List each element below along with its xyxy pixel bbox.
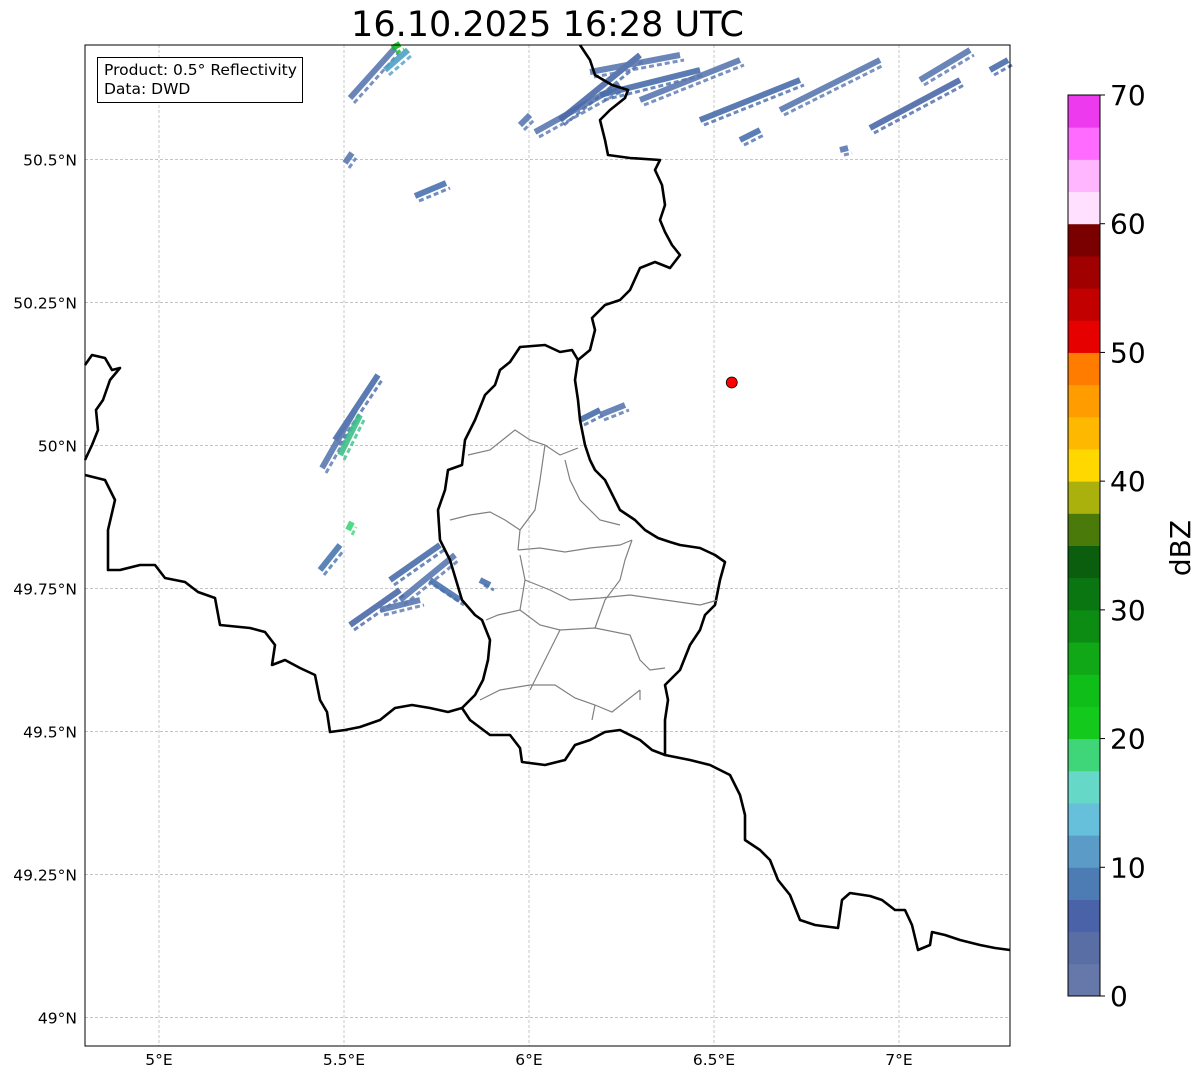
district-line <box>591 704 596 721</box>
colorbar-segment <box>1068 416 1100 450</box>
lon-tick-label: 7°E <box>885 1051 912 1069</box>
lat-tick-label: 49.25°N <box>13 866 77 884</box>
district-line <box>517 444 546 551</box>
product-label: Product: 0.5° Reflectivity <box>104 61 297 79</box>
echo-streak <box>337 379 384 446</box>
lon-tick-label: 6.5°E <box>693 1051 735 1069</box>
district-line <box>594 539 633 629</box>
colorbar-segment <box>1068 95 1100 128</box>
colorbar-tick-label: 40 <box>1110 465 1146 498</box>
district-line <box>449 511 521 531</box>
colorbar-tick-label: 60 <box>1110 208 1146 241</box>
echo-streak <box>783 63 885 117</box>
colorbar-segment <box>1068 835 1100 868</box>
lon-tick-label: 5°E <box>145 1051 172 1069</box>
reflectivity-echoes <box>317 41 1013 632</box>
colorbar-tick-label: 10 <box>1110 851 1146 884</box>
colorbar-segment <box>1068 223 1100 257</box>
echo-streak <box>428 577 462 603</box>
border-line <box>83 353 122 461</box>
longitude-tick-labels: 5°E 5.5°E 6°E 6.5°E 7°E <box>145 1051 912 1069</box>
district-boundaries <box>449 429 719 721</box>
echo-streak <box>538 88 625 139</box>
colorbar-segment <box>1068 320 1100 353</box>
data-source-label: Data: DWD <box>104 80 191 98</box>
echo-streak <box>839 145 849 153</box>
colorbar-tick-label: 70 <box>1110 79 1146 112</box>
lat-tick-label: 50.25°N <box>13 294 77 312</box>
echo-streak <box>918 47 972 83</box>
colorbar-tick-label: 50 <box>1110 336 1146 369</box>
echo-streak <box>413 180 448 199</box>
border-line <box>436 343 727 767</box>
colorbar-segment <box>1068 770 1100 804</box>
latitude-tick-labels: 49°N 49.25°N 49.5°N 49.75°N 50°N 50.25°N 50.5°… <box>13 151 77 1027</box>
colorbar-segment <box>1068 609 1100 643</box>
lat-tick-label: 49.75°N <box>13 580 77 598</box>
lat-tick-label: 49°N <box>38 1009 77 1027</box>
colorbar-segment <box>1068 127 1100 160</box>
colorbar-segment <box>1068 545 1100 579</box>
border-line <box>664 753 1011 952</box>
echo-streak <box>868 77 962 131</box>
colorbar-segment <box>1068 481 1100 514</box>
colorbar-segment <box>1068 255 1100 289</box>
echo-streak <box>517 112 533 128</box>
colorbar-segment <box>1068 963 1100 997</box>
district-line <box>517 539 633 553</box>
colorbar-segment <box>1068 706 1100 740</box>
colorbar-tick-label: 0 <box>1110 980 1128 1013</box>
district-line <box>524 579 719 606</box>
colorbar-segment <box>1068 577 1100 611</box>
colorbar-segment <box>1068 802 1100 836</box>
radar-site-marker <box>725 376 738 389</box>
lat-tick-label: 50.5°N <box>23 151 77 169</box>
colorbar: 0 10 20 30 40 50 60 70 dBZ <box>1067 79 1197 1013</box>
colorbar-segment <box>1068 867 1100 900</box>
echo-streak <box>843 151 853 157</box>
colorbar-segment <box>1068 642 1100 675</box>
colorbar-segment <box>1068 191 1100 225</box>
colorbar-segment <box>1068 899 1100 933</box>
colorbar-segment <box>1068 384 1100 418</box>
colorbar-segment <box>1068 674 1100 707</box>
country-borders <box>83 44 1011 952</box>
colorbar-tick-label: 20 <box>1110 723 1146 756</box>
lon-tick-label: 6°E <box>515 1051 542 1069</box>
district-line <box>529 629 561 691</box>
echo-streak <box>738 127 762 143</box>
echo-streak <box>350 526 358 536</box>
lat-tick-label: 50°N <box>38 437 77 455</box>
colorbar-tick-label: 30 <box>1110 594 1146 627</box>
echo-streak <box>347 45 398 101</box>
district-line <box>479 684 641 713</box>
colorbar-segment <box>1068 738 1100 772</box>
lon-tick-label: 5.5°E <box>323 1051 365 1069</box>
colorbar-segment <box>1068 931 1100 965</box>
echo-streak <box>342 151 355 165</box>
colorbar-unit-label: dBZ <box>1164 520 1197 576</box>
echo-streak <box>345 520 355 532</box>
echo-streak <box>873 83 965 135</box>
product-info-box: Product: 0.5° Reflectivity Data: DWD <box>97 57 303 103</box>
lat-tick-label: 49.5°N <box>23 723 77 741</box>
district-line <box>519 609 666 671</box>
echo-streak <box>988 57 1010 73</box>
colorbar-segment <box>1068 288 1100 321</box>
radar-map: 5°E 5.5°E 6°E 6.5°E 7°E 49°N 49.25°N 49.5°N 49.… <box>13 41 1197 1069</box>
colorbar-segment <box>1068 513 1100 546</box>
echo-streak <box>578 407 602 423</box>
colorbar-segment <box>1068 352 1100 386</box>
colorbar-segment <box>1068 448 1100 482</box>
district-line <box>467 429 579 456</box>
colorbar-segment <box>1068 159 1100 193</box>
